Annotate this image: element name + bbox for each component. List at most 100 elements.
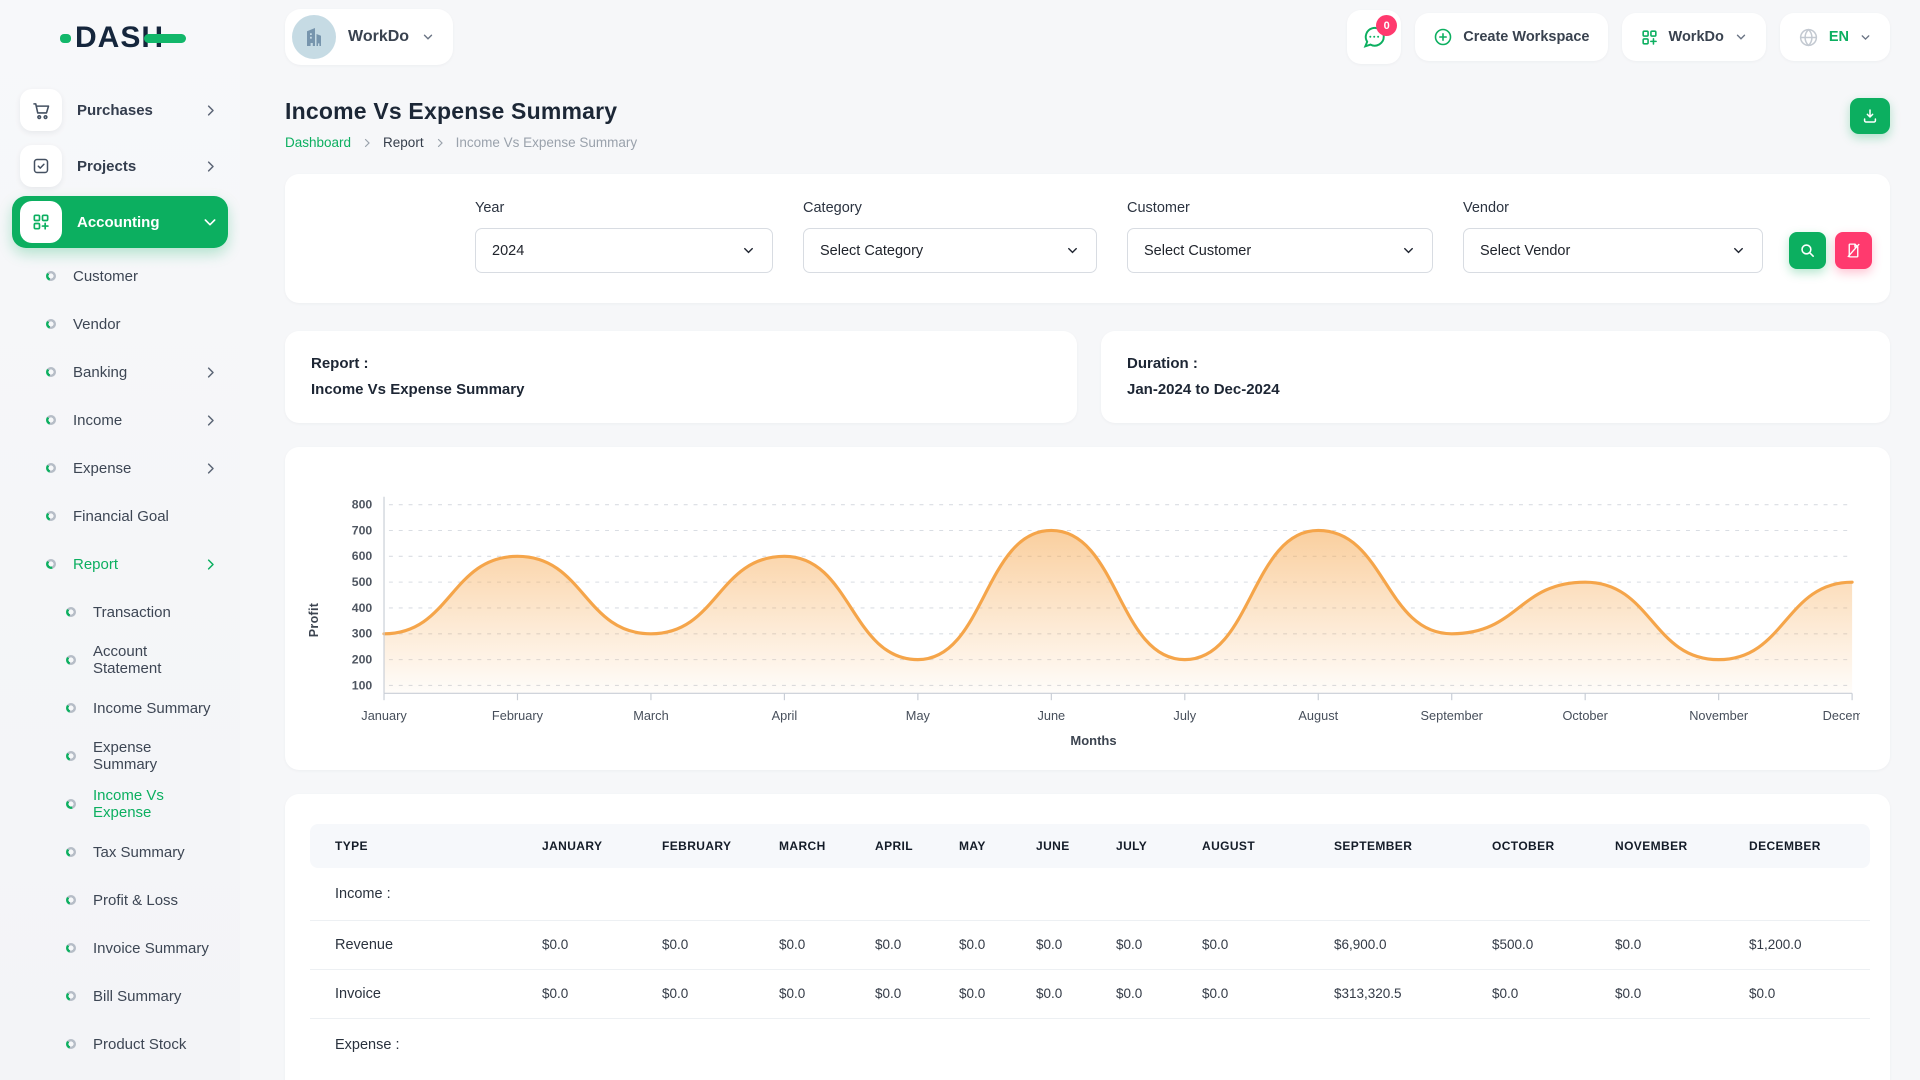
chevron-down-icon: [741, 243, 756, 258]
table-cell: $0.0: [1192, 969, 1324, 1018]
chevron-right-icon: [203, 103, 218, 118]
breadcrumb-dashboard[interactable]: Dashboard: [285, 135, 351, 150]
filter-year: Year 2024: [475, 200, 773, 273]
category-select[interactable]: Select Category: [803, 228, 1097, 273]
sidebar-item-label: Transaction: [93, 604, 171, 621]
svg-text:600: 600: [352, 549, 373, 563]
report-card-value: Income Vs Expense Summary: [311, 381, 1051, 398]
breadcrumb-current: Income Vs Expense Summary: [456, 135, 638, 150]
chevron-right-icon: [203, 413, 218, 428]
sidebar-item-financial-goal[interactable]: Financial Goal: [0, 492, 240, 540]
workdo-menu-button[interactable]: WorkDo: [1622, 13, 1766, 61]
table-cell: $0.0: [1605, 920, 1739, 969]
sidebar-item-label: Product Stock: [93, 1036, 186, 1053]
donut-icon: [66, 751, 76, 761]
donut-icon: [66, 607, 76, 617]
svg-text:July: July: [1173, 708, 1196, 723]
customer-select[interactable]: Select Customer: [1127, 228, 1433, 273]
table-cell-empty: [1482, 868, 1605, 921]
search-button[interactable]: [1789, 232, 1826, 269]
brand-logo[interactable]: DASH: [0, 14, 240, 62]
svg-text:800: 800: [352, 498, 373, 512]
messages-button[interactable]: 0: [1347, 10, 1401, 64]
sidebar-item-account-statement[interactable]: Account Statement: [0, 636, 240, 684]
table-cell: $0.0: [769, 969, 865, 1018]
table-cell: $0.0: [1605, 969, 1739, 1018]
sidebar-item-label: Expense: [73, 460, 131, 477]
workspace-switcher[interactable]: WorkDo: [285, 9, 453, 65]
sidebar-item-profit-loss[interactable]: Profit & Loss: [0, 876, 240, 924]
download-button[interactable]: [1850, 98, 1890, 134]
sidebar-item-projects[interactable]: Projects: [12, 140, 228, 192]
svg-text:400: 400: [352, 601, 373, 615]
table-cell: $0.0: [532, 969, 652, 1018]
sidebar-item-income-summary[interactable]: Income Summary: [0, 684, 240, 732]
search-icon: [1799, 242, 1816, 259]
filter-category: Category Select Category: [803, 200, 1097, 273]
sidebar-item-label: Income Vs Expense: [93, 787, 218, 821]
table-section-row: Expense :: [310, 1018, 1870, 1071]
table-cell-empty: [949, 868, 1026, 921]
table-column-header: FEBRUARY: [652, 824, 769, 868]
sidebar-item-report[interactable]: Report: [0, 540, 240, 588]
chevron-down-icon: [1065, 243, 1080, 258]
cart-icon: [20, 89, 62, 131]
table-column-header: JUNE: [1026, 824, 1106, 868]
sidebar-item-product-stock[interactable]: Product Stock: [0, 1020, 240, 1068]
filter-panel: Year 2024 Category Select Category Custo…: [285, 174, 1890, 303]
sidebar-item-label: Purchases: [77, 102, 188, 119]
reset-filter-button[interactable]: [1835, 232, 1872, 269]
chevron-down-icon: [1401, 243, 1416, 258]
table-cell: $6,900.0: [1324, 920, 1482, 969]
page-head: Income Vs Expense Summary Dashboard Repo…: [285, 98, 1890, 150]
chevron-right-icon: [361, 137, 373, 149]
table-cell: $0.0: [652, 920, 769, 969]
breadcrumb: Dashboard Report Income Vs Expense Summa…: [285, 135, 637, 150]
sidebar-item-income[interactable]: Income: [0, 396, 240, 444]
breadcrumb-report[interactable]: Report: [383, 135, 424, 150]
sidebar-item-customer[interactable]: Customer: [0, 252, 240, 300]
svg-text:November: November: [1689, 708, 1749, 723]
sidebar-item-vendor[interactable]: Vendor: [0, 300, 240, 348]
svg-text:700: 700: [352, 523, 373, 537]
create-workspace-button[interactable]: Create Workspace: [1415, 13, 1607, 61]
sidebar-item-bill-summary[interactable]: Bill Summary: [0, 972, 240, 1020]
chevron-right-icon: [203, 461, 218, 476]
table-row-invoice: Invoice$0.0$0.0$0.0$0.0$0.0$0.0$0.0$0.0$…: [310, 969, 1870, 1018]
sidebar-item-expense-summary[interactable]: Expense Summary: [0, 732, 240, 780]
table-cell: $0.0: [865, 920, 949, 969]
sidebar-item-tax-summary[interactable]: Tax Summary: [0, 828, 240, 876]
donut-icon: [46, 559, 56, 569]
sidebar-item-cash-flow[interactable]: Cash Flow: [0, 1068, 240, 1080]
table-header-row: TYPEJANUARYFEBRUARYMARCHAPRILMAYJUNEJULY…: [310, 824, 1870, 868]
table-cell: $0.0: [949, 969, 1026, 1018]
table-cell: $1,200.0: [1739, 920, 1870, 969]
sidebar-item-accounting[interactable]: Accounting: [12, 196, 228, 248]
sidebar-item-label: Customer: [73, 268, 138, 285]
sidebar-item-banking[interactable]: Banking: [0, 348, 240, 396]
table-cell-empty: [1106, 868, 1192, 921]
table-column-header: JULY: [1106, 824, 1192, 868]
donut-icon: [66, 991, 76, 1001]
filter-vendor: Vendor Select Vendor: [1463, 200, 1763, 273]
category-select-value: Select Category: [820, 243, 923, 259]
building-icon: [302, 25, 326, 49]
table-cell-empty: [1106, 1018, 1192, 1071]
sidebar-item-label: Vendor: [73, 316, 121, 333]
table-cell: $0.0: [1106, 920, 1192, 969]
sidebar-item-label: Bill Summary: [93, 988, 181, 1005]
sidebar-item-income-vs-expense[interactable]: Income Vs Expense: [0, 780, 240, 828]
language-selector[interactable]: EN: [1780, 13, 1890, 61]
year-select[interactable]: 2024: [475, 228, 773, 273]
svg-text:April: April: [772, 708, 798, 723]
table-cell: $0.0: [532, 920, 652, 969]
sidebar-item-label: Tax Summary: [93, 844, 185, 861]
table-cell-empty: [1192, 1018, 1324, 1071]
plus-circle-icon: [1433, 27, 1453, 47]
chart-card: Profit 100200300400500600700800JanuaryFe…: [285, 447, 1890, 770]
sidebar-item-expense[interactable]: Expense: [0, 444, 240, 492]
sidebar-item-purchases[interactable]: Purchases: [12, 84, 228, 136]
vendor-select[interactable]: Select Vendor: [1463, 228, 1763, 273]
sidebar-item-transaction[interactable]: Transaction: [0, 588, 240, 636]
sidebar-item-invoice-summary[interactable]: Invoice Summary: [0, 924, 240, 972]
